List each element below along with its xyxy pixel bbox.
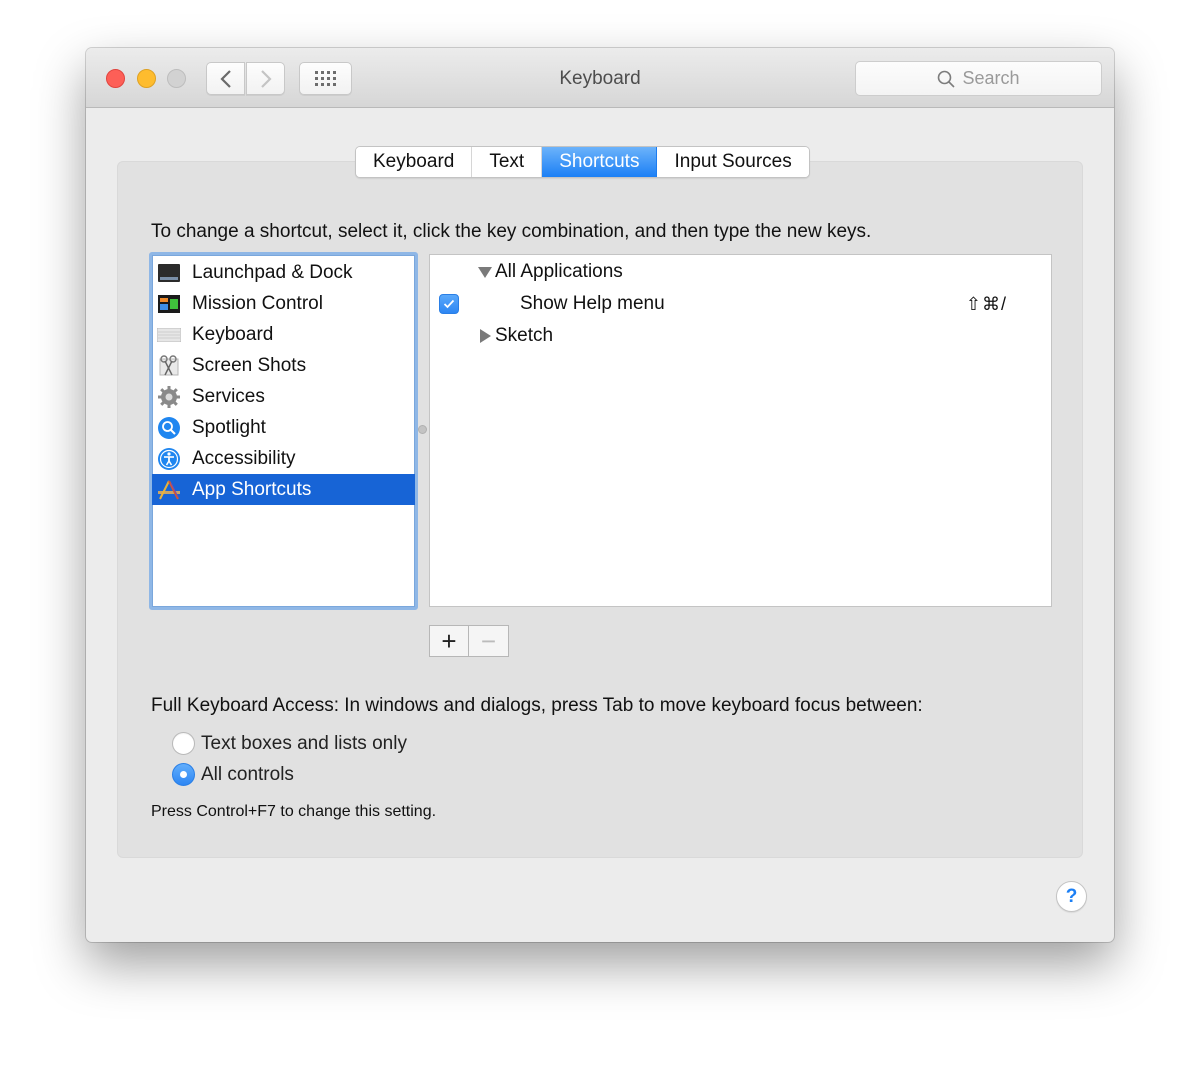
shortcut-outline-table[interactable]: All Applications Show Help menu ⇧⌘/ Sket…	[429, 254, 1052, 607]
radio-label: All controls	[201, 763, 294, 785]
mission-control-icon	[157, 292, 181, 316]
category-services[interactable]: Services	[152, 381, 415, 412]
split-view-divider-handle[interactable]	[418, 425, 427, 434]
keyboard-icon	[157, 323, 181, 347]
radio-button-selected[interactable]	[172, 763, 195, 786]
group-label: Sketch	[495, 325, 554, 346]
category-keyboard[interactable]: Keyboard	[152, 319, 415, 350]
tab-keyboard[interactable]: Keyboard	[356, 147, 473, 177]
category-launchpad-dock[interactable]: Launchpad & Dock	[152, 257, 415, 288]
category-label: Screen Shots	[192, 354, 307, 376]
search-placeholder: Search	[962, 68, 1020, 88]
category-accessibility[interactable]: Accessibility	[152, 443, 415, 474]
shortcut-keys[interactable]: ⇧⌘/	[966, 294, 1007, 315]
category-spotlight[interactable]: Spotlight	[152, 412, 415, 443]
category-screen-shots[interactable]: Screen Shots	[152, 350, 415, 381]
gear-icon	[157, 385, 181, 409]
shortcut-category-list[interactable]: Launchpad & Dock Mission Control Keyboar…	[149, 252, 418, 610]
remove-shortcut-button[interactable]: −	[469, 626, 508, 656]
app-shortcuts-icon	[157, 478, 181, 502]
search-icon	[938, 70, 956, 88]
full-keyboard-access-label: Full Keyboard Access: In windows and dia…	[151, 695, 923, 716]
add-shortcut-button[interactable]: +	[430, 626, 469, 656]
tab-bar: Keyboard Text Shortcuts Input Sources	[355, 146, 810, 178]
radio-text-boxes-lists-only[interactable]: Text boxes and lists only	[172, 732, 407, 755]
category-label: Mission Control	[192, 292, 323, 314]
disclosure-triangle-expanded-icon[interactable]	[478, 266, 492, 278]
title-bar: Keyboard Search	[86, 48, 1114, 108]
help-button[interactable]: ?	[1056, 881, 1087, 912]
radio-all-controls[interactable]: All controls	[172, 763, 294, 786]
category-label: Accessibility	[192, 447, 296, 469]
tab-shortcuts[interactable]: Shortcuts	[542, 147, 658, 177]
category-label: Services	[192, 385, 265, 407]
group-row-sketch[interactable]: Sketch	[430, 321, 1051, 351]
checkmark-icon	[443, 299, 455, 309]
screenshot-icon	[157, 354, 181, 378]
tab-text[interactable]: Text	[472, 147, 543, 177]
category-label: Spotlight	[192, 416, 266, 438]
shortcut-row[interactable]: Show Help menu ⇧⌘/	[430, 289, 1051, 319]
category-label: Keyboard	[192, 323, 274, 345]
radio-label: Text boxes and lists only	[201, 732, 407, 754]
category-mission-control[interactable]: Mission Control	[152, 288, 415, 319]
category-label: App Shortcuts	[192, 478, 312, 500]
keyboard-preferences-window: Keyboard Search Keyboard Text Shortcuts …	[86, 48, 1114, 942]
accessibility-icon	[157, 447, 181, 471]
add-remove-control: + −	[429, 625, 509, 657]
search-field[interactable]: Search	[855, 61, 1102, 96]
radio-button-unselected[interactable]	[172, 732, 195, 755]
tab-input-sources[interactable]: Input Sources	[657, 147, 809, 177]
category-app-shortcuts[interactable]: App Shortcuts	[152, 474, 415, 505]
keyboard-access-note: Press Control+F7 to change this setting.	[151, 803, 437, 820]
group-row-all-applications[interactable]: All Applications	[430, 257, 1051, 287]
shortcut-enabled-checkbox[interactable]	[439, 294, 459, 314]
category-label: Launchpad & Dock	[192, 261, 353, 283]
group-label: All Applications	[495, 261, 623, 282]
spotlight-icon	[157, 416, 181, 440]
instruction-text: To change a shortcut, select it, click t…	[151, 221, 872, 242]
launchpad-dock-icon	[157, 261, 181, 285]
shortcut-label: Show Help menu	[520, 293, 665, 314]
disclosure-triangle-collapsed-icon[interactable]	[480, 329, 491, 343]
